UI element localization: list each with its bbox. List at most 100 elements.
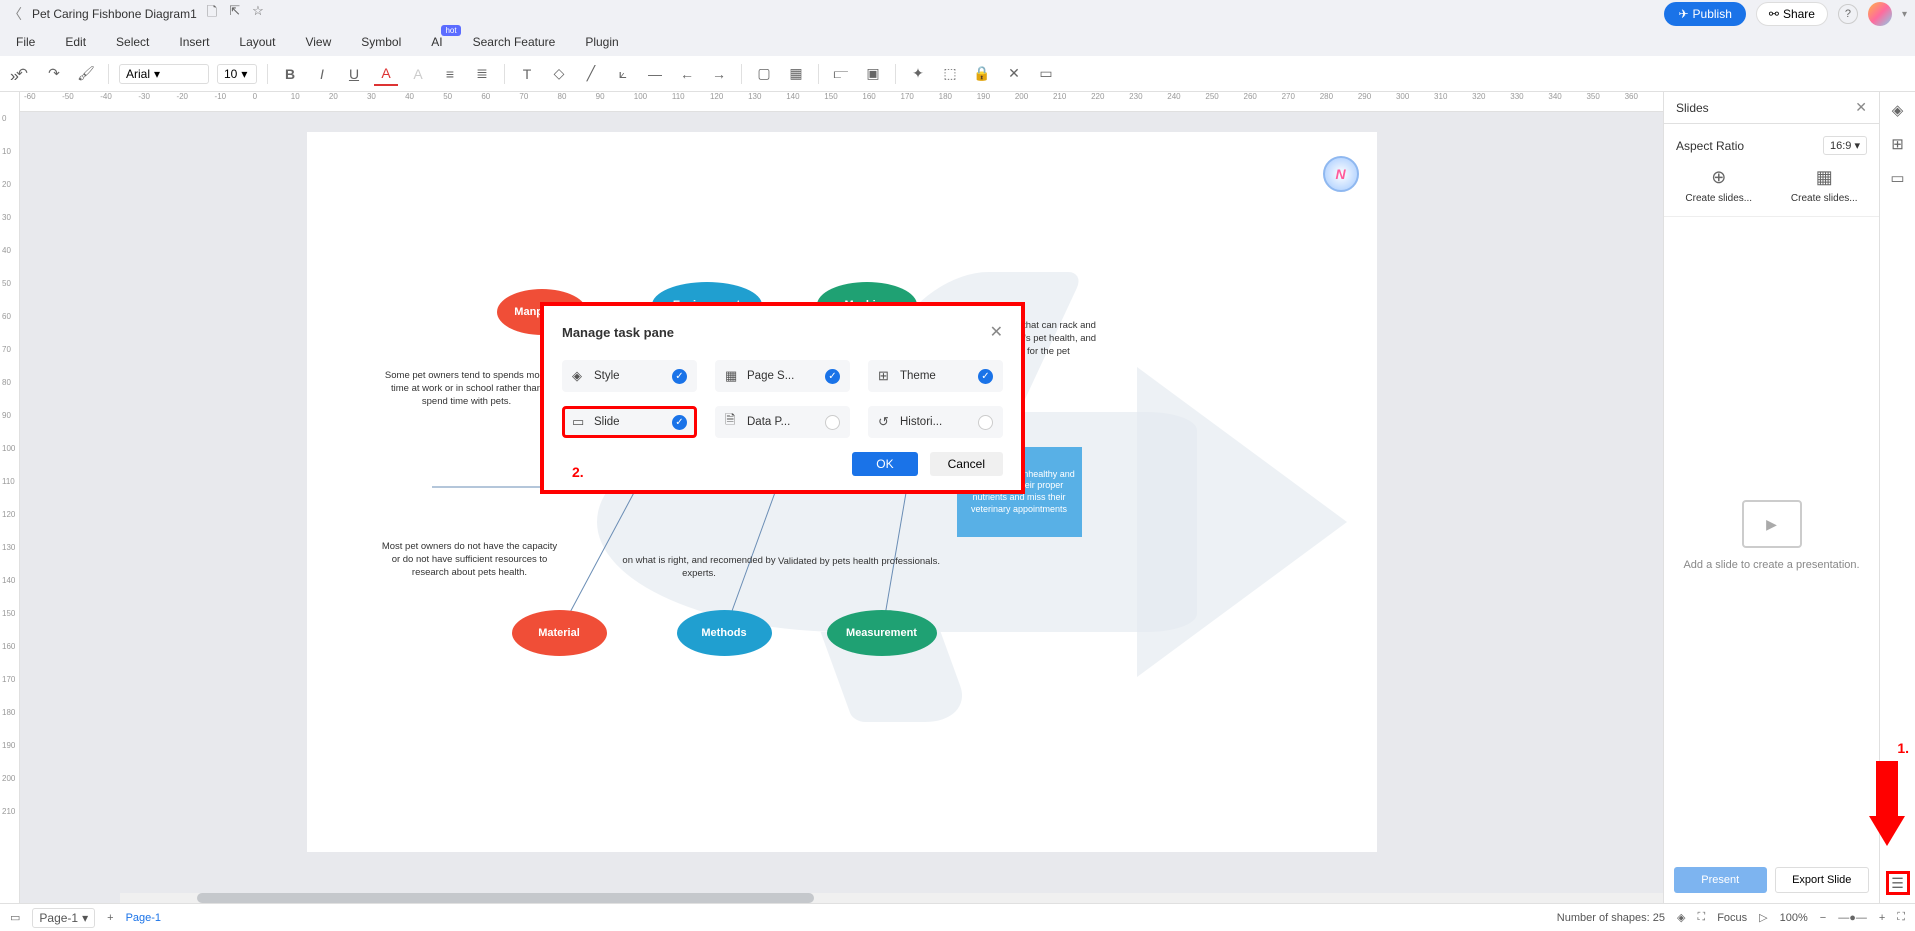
lock-icon[interactable]: 🔒 [970,62,994,86]
arrow-start-icon[interactable]: ← [675,62,699,86]
font-size-select[interactable]: 10▾ [217,64,257,84]
fish-tail [1137,367,1347,677]
italic-icon[interactable]: I [310,62,334,86]
effects-icon[interactable]: ✦ [906,62,930,86]
ok-button[interactable]: OK [852,452,917,476]
image-icon[interactable]: ▢ [752,62,776,86]
underline-icon[interactable]: U [342,62,366,86]
menu-select[interactable]: Select [116,35,149,49]
avatar[interactable] [1868,2,1892,26]
format-painter-icon[interactable]: 🖌 [74,62,98,86]
check-icon[interactable] [825,415,840,430]
style-rail-icon[interactable]: ◈ [1888,100,1908,120]
cancel-button[interactable]: Cancel [930,452,1003,476]
check-icon[interactable]: ✓ [978,369,993,384]
crop-icon[interactable]: ⬚ [938,62,962,86]
font-select[interactable]: Arial▾ [119,64,209,84]
shape-methods[interactable]: Methods [677,610,772,656]
menu-insert[interactable]: Insert [179,35,209,49]
check-icon[interactable]: ✓ [672,415,687,430]
menu-layout[interactable]: Layout [239,35,275,49]
pane-item-slide[interactable]: ▭Slide ✓ [562,406,697,438]
highlight-icon[interactable]: A [406,62,430,86]
aspect-row: Aspect Ratio 16:9 ▾ [1676,136,1867,155]
text-measurement-note[interactable]: Validated by pets health professionals. [777,556,942,569]
line-spacing-icon[interactable]: ≣ [470,62,494,86]
ruler-horizontal: -60 -50 -40 -30 -20 -10 0 10 20 30 40 50… [20,92,1663,112]
pane-item-page-setup[interactable]: ▦Page S... ✓ [715,360,850,392]
shape-count: Number of shapes: 25 [1557,912,1665,924]
check-icon[interactable] [978,415,993,430]
play-icon[interactable]: ▷ [1759,911,1767,924]
text-material-note[interactable]: Most pet owners do not have the capacity… [380,541,560,579]
export-slide-button[interactable]: Export Slide [1775,867,1870,893]
create-slides-2[interactable]: ▦ Create slides... [1782,167,1868,204]
share-out-icon[interactable]: ⇱ [229,3,240,25]
ruler-tick: 60 [2,312,11,321]
pages-icon[interactable]: ▭ [10,911,20,924]
fullscreen-icon[interactable]: ⛶ [1897,911,1905,924]
expand-panel-icon[interactable]: » [10,68,19,86]
font-color-icon[interactable]: A [374,62,398,86]
focus-icon[interactable]: ⛶ [1697,911,1705,924]
bold-icon[interactable]: B [278,62,302,86]
menu-view[interactable]: View [305,35,331,49]
grid-rail-icon[interactable]: ⊞ [1888,134,1908,154]
menu-ai[interactable]: AIhot [431,35,442,49]
shape-material[interactable]: Material [512,610,607,656]
share-button[interactable]: ⚯Share [1756,2,1828,26]
task-pane-icon[interactable]: ☰ [1886,871,1910,895]
text-manpower-note[interactable]: Some pet owners tend to spends more time… [382,370,552,408]
page-tab[interactable]: Page-1 [126,912,161,924]
user-dropdown-icon[interactable]: ▾ [1902,9,1907,20]
shape-measurement[interactable]: Measurement [827,610,937,656]
help-icon[interactable]: ? [1838,4,1858,24]
publish-button[interactable]: ✈Publish [1664,2,1745,26]
line-tool-icon[interactable]: ╱ [579,62,603,86]
close-icon[interactable]: ✕ [990,322,1003,342]
menu-search[interactable]: Search Feature [473,35,556,49]
check-icon[interactable]: ✓ [672,369,687,384]
create-slides-1[interactable]: ⊕ Create slides... [1676,167,1762,204]
text-methods-note[interactable]: on what is right, and recomended by expe… [622,555,777,581]
horizontal-scrollbar[interactable] [120,893,1663,903]
text-tool-icon[interactable]: T [515,62,539,86]
ai-badge-icon[interactable]: N [1323,156,1359,192]
menu-edit[interactable]: Edit [65,35,86,49]
pane-item-history[interactable]: ↺Histori... [868,406,1003,438]
pane-item-data[interactable]: 🗎Data P... [715,406,850,438]
tools-icon[interactable]: ✕ [1002,62,1026,86]
menu-file[interactable]: File [16,35,35,49]
redo-icon[interactable]: ↷ [42,62,66,86]
add-page-icon[interactable]: + [107,912,113,924]
star-icon[interactable]: ☆ [252,3,264,25]
present-button[interactable]: Present [1674,867,1767,893]
zoom-out-icon[interactable]: − [1820,912,1826,924]
check-icon[interactable]: ✓ [825,369,840,384]
canvas[interactable]: N Manpower Environment [20,112,1663,903]
zoom-slider[interactable]: —●— [1838,912,1867,924]
layers-icon[interactable]: ◈ [1677,911,1685,924]
zoom-in-icon[interactable]: + [1879,912,1885,924]
menu-plugin[interactable]: Plugin [585,35,618,49]
align-icon[interactable]: ≡ [438,62,462,86]
present-icon[interactable]: ▭ [1034,62,1058,86]
close-icon[interactable]: ✕ [1855,99,1867,116]
pane-item-style[interactable]: ◈Style ✓ [562,360,697,392]
pane-item-theme[interactable]: ⊞Theme ✓ [868,360,1003,392]
ruler-tick: 90 [596,92,634,111]
page-select[interactable]: Page-1 ▾ [32,908,95,928]
table-icon[interactable]: ▦ [784,62,808,86]
shape-icon[interactable]: ◇ [547,62,571,86]
group-icon[interactable]: ▣ [861,62,885,86]
slide-rail-icon[interactable]: ▭ [1888,168,1908,188]
line-style-icon[interactable]: — [643,62,667,86]
save-icon[interactable]: 🗋 [207,3,217,25]
menu-symbol[interactable]: Symbol [361,35,401,49]
align-objects-icon[interactable]: ⫍ [829,62,853,86]
aspect-select[interactable]: 16:9 ▾ [1823,136,1867,155]
back-icon[interactable]: 〈 [8,4,22,24]
arrow-end-icon[interactable]: → [707,62,731,86]
scrollbar-thumb[interactable] [197,893,814,903]
connector-icon[interactable]: ⟀ [611,62,635,86]
